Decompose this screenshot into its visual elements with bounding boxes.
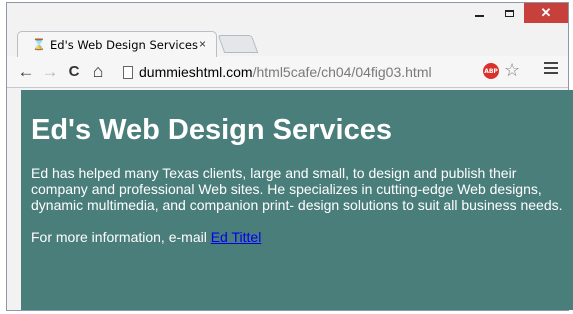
page-icon: [123, 65, 133, 79]
tab-close-icon[interactable]: ×: [199, 37, 206, 51]
email-link[interactable]: Ed Tittel: [211, 229, 262, 245]
window-controls: ✕: [464, 3, 568, 25]
url-path: /html5cafe/ch04/04fig03.html: [252, 64, 432, 80]
adblock-icon[interactable]: ABP: [483, 63, 499, 79]
favicon-icon: ⌛: [32, 38, 46, 51]
contact-prefix: For more information, e-mail: [31, 229, 211, 245]
reload-button[interactable]: C: [63, 61, 85, 83]
url-host: dummieshtml.com: [139, 64, 253, 80]
page-heading: Ed's Web Design Services: [31, 114, 392, 146]
back-button[interactable]: ←: [15, 61, 37, 83]
intro-paragraph: Ed has helped many Texas clients, large …: [31, 165, 563, 213]
menu-icon[interactable]: [544, 62, 558, 74]
new-tab-button[interactable]: [217, 35, 259, 53]
browser-tab[interactable]: ⌛ Ed's Web Design Services ×: [17, 31, 217, 57]
browser-toolbar: ← → C ⌂ dummieshtml.com/html5cafe/ch04/0…: [7, 56, 568, 88]
minimize-icon: [474, 15, 484, 17]
address-bar[interactable]: dummieshtml.com/html5cafe/ch04/04fig03.h…: [123, 61, 511, 83]
browser-window: ⌛ Ed's Web Design Services × ✕ ← → C ⌂ d…: [6, 2, 573, 311]
tab-title: Ed's Web Design Services: [50, 37, 198, 52]
contact-paragraph: For more information, e-mail Ed Tittel: [31, 229, 563, 245]
forward-button[interactable]: →: [39, 61, 61, 83]
title-bar: ⌛ Ed's Web Design Services × ✕: [7, 3, 568, 57]
maximize-icon: [504, 9, 514, 17]
close-window-button[interactable]: ✕: [524, 3, 568, 23]
home-button[interactable]: ⌂: [87, 61, 109, 83]
bookmark-star-icon[interactable]: ☆: [504, 60, 520, 81]
page-viewport: Ed's Web Design Services Ed has helped m…: [21, 90, 573, 310]
maximize-button[interactable]: [494, 3, 524, 23]
minimize-button[interactable]: [464, 3, 494, 23]
